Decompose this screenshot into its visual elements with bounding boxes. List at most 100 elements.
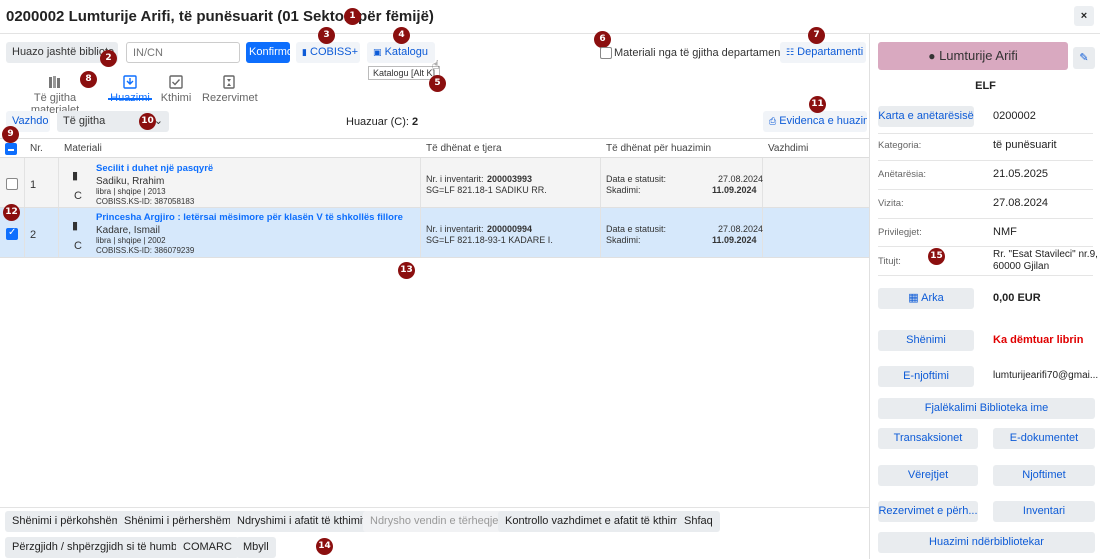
membership-card-button[interactable]: Karta e anëtarësisë [878, 106, 974, 127]
catalog-button[interactable]: ▣ Katalogu [367, 42, 435, 63]
inventory-number: 200003993 [487, 174, 533, 184]
material-author: Kadare, Ismail [96, 225, 160, 236]
select-all-checkbox[interactable] [5, 143, 17, 155]
book-icon: ▮ [72, 220, 79, 232]
member-panel: ● Lumturije Arifi ✎ ELF Karta e anëtarës… [869, 34, 1100, 559]
material-title-link[interactable]: Princesha Argjiro : letërsai mësimore pë… [96, 212, 403, 223]
marker-12: 12 [3, 204, 20, 221]
inventory-label: Nr. i inventarit: [426, 174, 484, 184]
category-label: Kategoria: [878, 140, 922, 151]
marker-8: 8 [80, 71, 97, 88]
e-notice-button[interactable]: E-njoftimi [878, 366, 974, 387]
tab-reservations[interactable]: Rezervimet [202, 74, 258, 104]
status-date: 27.08.2024 [718, 224, 764, 234]
page-title: 0200002 Lumturije Arifi, të punësuarit (… [6, 8, 434, 25]
table-row[interactable]: ✓ 2 ▮ C Princesha Argjiro : letërsai mës… [0, 208, 869, 258]
cash-register-button[interactable]: ▦ Arka [878, 288, 974, 309]
book-icon: ▮ [72, 170, 79, 182]
inventory-button[interactable]: Inventari [993, 501, 1095, 522]
book-icon: ▮ [302, 47, 307, 57]
e-documents-button[interactable]: E-dokumentet [993, 428, 1095, 449]
books-icon [49, 76, 60, 88]
marker-2: 2 [100, 50, 117, 67]
user-icon: ● [928, 49, 936, 63]
printer-icon: ⎙ [769, 116, 777, 126]
filter-select-value: Të gjitha [63, 115, 106, 127]
download-box-icon [123, 75, 137, 89]
comarc-button[interactable]: COMARC [176, 537, 239, 558]
header-material: Materiali [64, 143, 102, 154]
departments-label: Departamenti [797, 46, 864, 58]
material-title-link[interactable]: Secilit i duhet një pasqyrë [96, 163, 213, 174]
table-header: Nr. Materiali Të dhënat e tjera Të dhëna… [0, 138, 869, 158]
tab-return[interactable]: Kthimi [158, 74, 194, 104]
borrowed-count-text: Huazuar (C): 2 [346, 116, 418, 128]
status-date-label: Data e statusit: [606, 224, 667, 234]
confirm-button[interactable]: Konfirmo [246, 42, 290, 63]
check-extensions-button[interactable]: Kontrollo vazhdimet e afatit të kthimit [498, 511, 692, 532]
password-button[interactable]: Fjalëkalimi Biblioteka ime [878, 398, 1095, 419]
tab-return-label: Kthimi [160, 92, 192, 104]
show-button[interactable]: Shfaq [677, 511, 720, 532]
table-row[interactable]: 1 ▮ C Secilit i duhet një pasqyrë Sadiku… [0, 158, 869, 208]
address-label: Titujt: [878, 256, 901, 267]
cash-icon: ▦ [908, 292, 919, 304]
tab-reservations-label: Rezervimet [202, 92, 258, 104]
address-line-2: 60000 Gjilan [993, 261, 1050, 272]
marker-10: 10 [139, 113, 156, 130]
close-button[interactable]: × [1074, 6, 1094, 26]
edit-pencil-icon[interactable]: ✎ [1073, 47, 1095, 69]
due-date: 11.09.2024 [712, 235, 757, 245]
card-number: 0200002 [993, 110, 1036, 122]
cash-label: Arka [921, 292, 944, 304]
all-departments-label: Materiali nga të gjitha departamentet [614, 47, 793, 59]
all-departments-checkbox[interactable] [600, 47, 612, 59]
reservations-history-button[interactable]: Rezervimet e përh... [878, 501, 978, 522]
in-cn-input[interactable] [126, 42, 240, 63]
membership-label: Anëtarësia: [878, 169, 927, 180]
status-date: 27.08.2024 [718, 174, 764, 184]
due-date-label: Skadimi: [606, 185, 641, 195]
row-checkbox[interactable] [6, 178, 18, 190]
permanent-note-button[interactable]: Shënimi i përhershëm [117, 511, 238, 532]
interlibrary-loan-button[interactable]: Huazimi ndërbibliotekar [878, 532, 1095, 553]
catalog-label: Katalogu [384, 46, 429, 58]
marker-6: 6 [594, 31, 611, 48]
material-meta: libra | shqipe | 2002 [96, 236, 166, 245]
header-reminders: Vazhdimi [768, 143, 809, 154]
marker-3: 3 [318, 27, 335, 44]
departments-button[interactable]: ☷ Departamenti [780, 42, 866, 63]
mark-lost-button[interactable]: Përzgjidh / shpërzgjidh si të humbur [5, 537, 194, 558]
marker-7: 7 [808, 27, 825, 44]
visit-date: 27.08.2024 [993, 197, 1049, 209]
hourglass-icon [223, 75, 235, 89]
cash-balance: 0,00 EUR [993, 292, 1041, 304]
marker-11: 11 [809, 96, 826, 113]
transactions-button[interactable]: Transaksionet [878, 428, 978, 449]
header-nr: Nr. [30, 143, 43, 154]
remarks-button[interactable]: Vërejtjet [878, 465, 978, 486]
note-button[interactable]: Shënimi [878, 330, 974, 351]
borrowed-count: 2 [412, 116, 419, 128]
close-window-button[interactable]: Mbyll [236, 537, 276, 558]
shelf-mark: SG=LF 821.18-1 SADIKU RR. [426, 185, 547, 195]
cobiss-button[interactable]: ▮ COBISS+ [296, 42, 360, 63]
tab-loan[interactable]: Huazimi [108, 74, 152, 104]
evidence-label: Evidenca e huazimit [779, 115, 867, 127]
status-date-label: Data e statusit: [606, 174, 667, 184]
due-date-label: Skadimi: [606, 235, 641, 245]
row-checkbox[interactable]: ✓ [6, 227, 18, 240]
material-meta: libra | shqipe | 2013 [96, 187, 166, 196]
category-value: të punësuarit [993, 139, 1057, 151]
member-name-button[interactable]: ● Lumturije Arifi [878, 42, 1068, 70]
marker-1: 1 [344, 8, 361, 25]
cursor-hand-icon: ☝ [432, 58, 440, 72]
notices-button[interactable]: Njoftimet [993, 465, 1095, 486]
material-cobiss-id: COBISS.KS-ID: 386079239 [96, 246, 195, 255]
temporary-note-button[interactable]: Shënimi i përkohshëm [5, 511, 128, 532]
material-cobiss-id: COBISS.KS-ID: 387058183 [96, 197, 195, 206]
change-return-date-button[interactable]: Ndryshimi i afatit të kthimit [230, 511, 373, 532]
tab-loan-label: Huazimi [110, 92, 150, 104]
evidence-button[interactable]: ⎙ Evidenca e huazimit [763, 111, 867, 132]
cobiss-label: COBISS+ [310, 46, 359, 58]
